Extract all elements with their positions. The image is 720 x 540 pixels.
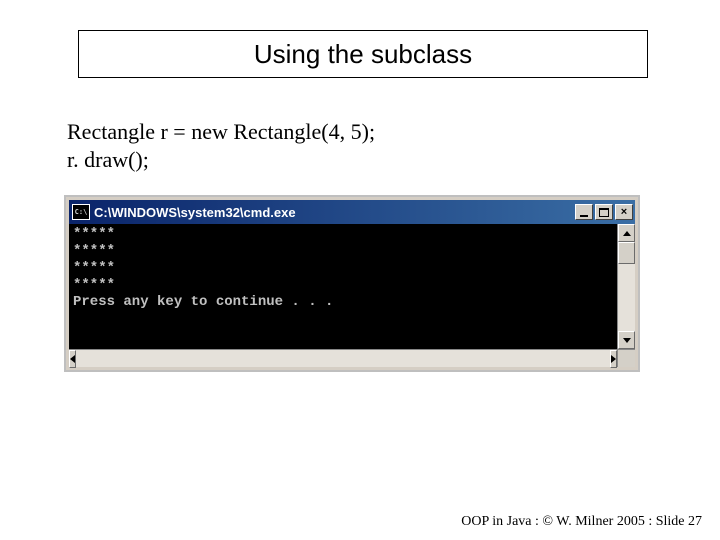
- code-line-2: r. draw();: [67, 146, 375, 174]
- code-line-1: Rectangle r = new Rectangle(4, 5);: [67, 118, 375, 146]
- minimize-icon: [580, 215, 588, 217]
- scroll-left-button[interactable]: [69, 350, 76, 368]
- slide-footer: OOP in Java : © W. Milner 2005 : Slide 2…: [461, 514, 702, 530]
- slide-title: Using the subclass: [254, 39, 472, 70]
- code-snippet: Rectangle r = new Rectangle(4, 5); r. dr…: [67, 118, 375, 173]
- close-button[interactable]: ×: [615, 204, 633, 220]
- terminal-title-text: C:\WINDOWS\system32\cmd.exe: [94, 205, 575, 220]
- scroll-down-button[interactable]: [618, 331, 635, 349]
- horizontal-scrollbar[interactable]: [69, 349, 617, 367]
- close-icon: ×: [621, 207, 627, 218]
- slide-title-box: Using the subclass: [78, 30, 648, 78]
- scroll-track-horizontal[interactable]: [76, 350, 610, 367]
- scroll-thumb-vertical[interactable]: [618, 242, 635, 264]
- terminal-icon: C:\: [72, 204, 90, 220]
- scroll-up-button[interactable]: [618, 224, 635, 242]
- terminal-titlebar[interactable]: C:\ C:\WINDOWS\system32\cmd.exe ×: [69, 200, 635, 224]
- terminal-window: C:\ C:\WINDOWS\system32\cmd.exe × ***** …: [64, 195, 640, 372]
- chevron-left-icon: [70, 355, 75, 363]
- scroll-corner: [617, 349, 635, 367]
- terminal-output: ***** ***** ***** ***** Press any key to…: [69, 224, 617, 349]
- scroll-right-button[interactable]: [610, 350, 617, 368]
- terminal-body-wrap: ***** ***** ***** ***** Press any key to…: [69, 224, 635, 349]
- maximize-button[interactable]: [595, 204, 613, 220]
- minimize-button[interactable]: [575, 204, 593, 220]
- maximize-icon: [599, 208, 609, 217]
- scroll-track-vertical[interactable]: [618, 264, 635, 331]
- vertical-scrollbar[interactable]: [617, 224, 635, 349]
- window-controls: ×: [575, 204, 635, 220]
- chevron-up-icon: [623, 231, 631, 236]
- chevron-right-icon: [611, 355, 616, 363]
- chevron-down-icon: [623, 338, 631, 343]
